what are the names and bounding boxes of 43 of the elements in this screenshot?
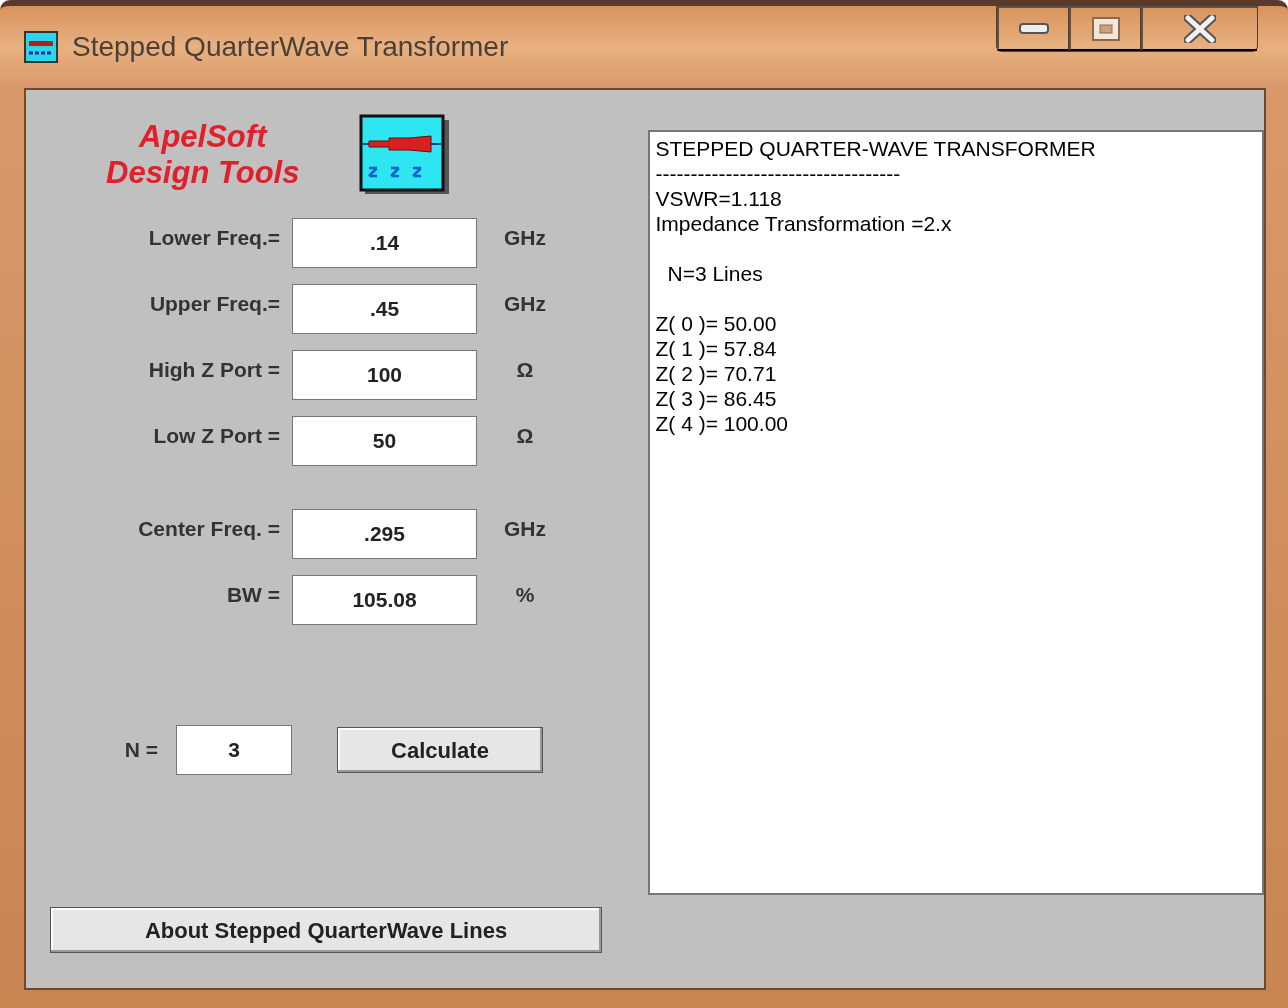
- unit-label: %: [514, 582, 536, 608]
- output-line: Z( 3 )= 86.45: [655, 386, 778, 411]
- app-icon: [24, 31, 58, 63]
- value-input[interactable]: .14: [292, 218, 477, 268]
- maximize-icon: [1090, 15, 1121, 42]
- output-line: VSWR=1.118: [655, 186, 783, 211]
- n-input[interactable]: 3: [176, 725, 292, 775]
- minimize-icon: [1018, 22, 1049, 35]
- close-icon: [1184, 14, 1216, 43]
- close-button[interactable]: [1141, 6, 1257, 51]
- value-input[interactable]: 105.08: [292, 575, 477, 625]
- unit-label: GHz: [503, 225, 547, 251]
- output-line: Z( 4 )= 100.00: [655, 411, 789, 436]
- field-label: Low Z Port =: [152, 423, 281, 449]
- value-input[interactable]: .45: [292, 284, 477, 334]
- field-label: High Z Port =: [147, 357, 281, 383]
- transformer-logo-icon: [359, 114, 452, 196]
- unit-label: GHz: [503, 291, 547, 317]
- value-input[interactable]: .295: [292, 509, 477, 559]
- output-line: Z( 1 )= 57.84: [655, 336, 778, 361]
- brand-subtitle: Design Tools: [106, 155, 300, 191]
- about-button[interactable]: About Stepped QuarterWave Lines: [50, 907, 602, 953]
- output-line: -----------------------------------: [655, 161, 902, 186]
- value-input[interactable]: 50: [292, 416, 477, 466]
- output-line: N=3 Lines: [667, 261, 764, 286]
- unit-label: Ω: [515, 357, 535, 383]
- calculate-button[interactable]: Calculate: [337, 727, 543, 773]
- window-title: Stepped QuarterWave Transformer: [72, 30, 509, 64]
- field-label: Lower Freq.=: [147, 225, 281, 251]
- unit-label: Ω: [515, 423, 535, 449]
- field-label: Center Freq. =: [137, 516, 281, 542]
- n-label: N =: [123, 737, 159, 764]
- maximize-button[interactable]: [1069, 6, 1141, 51]
- brand-title: ApelSoft: [139, 119, 267, 155]
- field-label: BW =: [225, 582, 281, 608]
- output-line: Z( 0 )= 50.00: [655, 311, 778, 336]
- unit-label: GHz: [503, 516, 547, 542]
- field-label: Upper Freq.=: [148, 291, 281, 317]
- value-input[interactable]: 100: [292, 350, 477, 400]
- minimize-button[interactable]: [997, 6, 1069, 51]
- output-line: Impedance Transformation =2.x: [655, 211, 953, 236]
- output-line: STEPPED QUARTER-WAVE TRANSFORMER: [655, 136, 1097, 161]
- output-line: Z( 2 )= 70.71: [655, 361, 778, 386]
